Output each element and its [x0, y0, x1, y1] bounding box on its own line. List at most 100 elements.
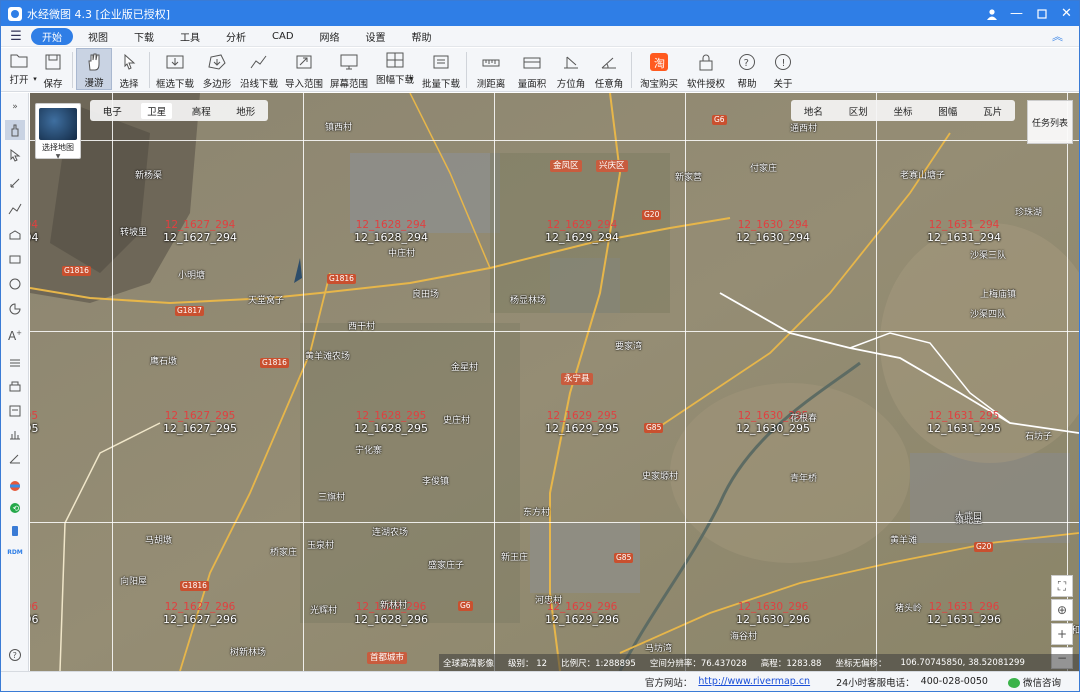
import-range-icon: [293, 51, 315, 73]
ribbon-button-angle[interactable]: 任意角: [590, 48, 628, 90]
phone-icon[interactable]: [5, 521, 25, 541]
ribbon-button-polygon-download[interactable]: 多边形: [197, 48, 237, 90]
polygon-tool-icon[interactable]: [5, 224, 25, 244]
tile-code: 12_1631_296: [927, 613, 1001, 626]
angle-tool-icon[interactable]: [5, 448, 25, 468]
select-tool-icon[interactable]: [5, 145, 25, 165]
tile-label: 12_1629_294 12_1629_294: [522, 219, 642, 244]
website-link[interactable]: http://www.rivermap.cn: [698, 676, 810, 687]
help-circle-icon[interactable]: ?: [5, 645, 25, 665]
task-list-button[interactable]: 任务列表: [1027, 100, 1073, 144]
layer-tool-icon[interactable]: [5, 353, 25, 373]
ribbon-button-sheet-download[interactable]: 图幅下载 ▾: [371, 48, 419, 90]
menu-help[interactable]: 帮助: [401, 28, 443, 45]
ribbon-button-label: 屏幕范围: [329, 79, 368, 90]
menu-settings[interactable]: 设置: [355, 28, 397, 45]
place-label: 上梅庙镇: [980, 290, 1017, 300]
ribbon-separator: [72, 52, 73, 88]
ribbon-button-hand[interactable]: 漫游: [76, 48, 112, 90]
ribbon-button-batch-download[interactable]: 批量下载: [419, 48, 463, 90]
place-label: 新杨渠: [135, 171, 163, 181]
layer-placenames[interactable]: 地名: [804, 104, 823, 118]
highway-shield: G1816: [260, 358, 289, 368]
color-wheel-icon[interactable]: [5, 476, 25, 496]
layer-coordinates[interactable]: 坐标: [893, 104, 912, 118]
collapse-ribbon-icon[interactable]: ︽: [1052, 28, 1063, 44]
ribbon-button-rect-download[interactable]: 框选下载: [153, 48, 197, 90]
ribbon-button-label: 方位角: [556, 79, 586, 90]
text-tool-icon[interactable]: A+: [5, 326, 25, 346]
menu-cad[interactable]: CAD: [261, 28, 305, 45]
rectangle-tool-icon[interactable]: [5, 249, 25, 269]
tile-code: 12_1630_294: [736, 231, 810, 244]
map-type-satellite[interactable]: 卫星: [141, 102, 173, 119]
about-icon: !: [772, 51, 794, 73]
wechat-consult[interactable]: 微信咨询: [1007, 675, 1061, 689]
polyline-tool-icon[interactable]: [5, 199, 25, 219]
screen-range-icon: [338, 51, 360, 73]
fullscreen-icon[interactable]: ⛶: [1051, 575, 1073, 597]
tile-code: 12_1629_296: [545, 613, 619, 626]
circle-tool-icon[interactable]: [5, 274, 25, 294]
user-icon[interactable]: [979, 1, 1004, 26]
minimize-button[interactable]: —: [1004, 1, 1029, 26]
ribbon-button-line-download[interactable]: 沿线下载: [237, 48, 281, 90]
export-tool-icon[interactable]: [5, 401, 25, 421]
place-label: 良田场: [412, 290, 440, 300]
tile-label: 12_1627_296 12_1627_296: [140, 601, 260, 626]
map-type-terrain[interactable]: 地形: [230, 103, 261, 119]
ribbon-button-about[interactable]: ! 关于: [765, 48, 801, 90]
map-canvas[interactable]: 12_1627_294 12_1627_294 12_1628_294 12_1628…: [30, 93, 1079, 671]
maximize-button[interactable]: [1029, 1, 1054, 26]
resolution-readout: 空间分辨率：76.437028: [649, 658, 747, 669]
ribbon-button-cursor[interactable]: 选择: [112, 48, 146, 90]
menu-analysis[interactable]: 分析: [215, 28, 257, 45]
highway-shield: G6: [458, 601, 473, 611]
locate-icon[interactable]: ⊕: [1051, 599, 1073, 621]
tile-label: 12_1628_295 12_1628_295: [331, 410, 451, 435]
sheet-download-icon: [384, 51, 406, 69]
tile-label: 12_1629_295 12_1629_295: [522, 410, 642, 435]
rdm-icon[interactable]: RDM: [5, 542, 25, 562]
help-icon: ?: [736, 51, 758, 73]
ribbon-separator: [631, 52, 632, 88]
menu-start[interactable]: 开始: [31, 27, 73, 45]
ribbon-button-license[interactable]: 软件授权: [683, 48, 729, 90]
place-label: 金星村: [451, 363, 479, 373]
menu-download[interactable]: 下载: [123, 28, 165, 45]
menu-view[interactable]: 视图: [77, 28, 119, 45]
ribbon-button-taobao[interactable]: 淘淘宝购买: [635, 48, 683, 90]
layer-tiles[interactable]: 瓦片: [983, 104, 1002, 118]
zoom-in-button[interactable]: +: [1051, 623, 1073, 645]
ribbon-button-area[interactable]: 量面积: [512, 48, 552, 90]
place-label: 马胡墩: [145, 536, 173, 546]
place-label: 史庄村: [443, 416, 471, 426]
pan-tool-icon[interactable]: [5, 120, 25, 140]
print-tool-icon[interactable]: [5, 377, 25, 397]
ribbon-button-help[interactable]: ? 帮助: [729, 48, 765, 90]
place-label: 树新林场: [230, 648, 267, 658]
ribbon-button-save[interactable]: 保存: [37, 48, 69, 90]
map-selector[interactable]: 选择地图 ▼: [35, 103, 81, 160]
layer-boundaries[interactable]: 区划: [849, 104, 868, 118]
ribbon-button-screen-range[interactable]: 屏幕范围: [327, 48, 371, 90]
expand-panel-icon[interactable]: »: [5, 97, 25, 117]
green-plugin-icon[interactable]: ⟲: [5, 498, 25, 518]
map-type-electronic[interactable]: 电子: [97, 103, 128, 119]
marker-tool-icon[interactable]: [5, 173, 25, 193]
menu-network[interactable]: 网络: [309, 28, 351, 45]
place-label: 中庄村: [388, 249, 416, 259]
ribbon-button-folder[interactable]: 打开 ▾: [1, 48, 37, 90]
layer-sheets[interactable]: 图幅: [938, 104, 957, 118]
place-label: 玉泉村: [307, 541, 335, 551]
sector-tool-icon[interactable]: [5, 299, 25, 319]
ribbon-button-ruler[interactable]: 测距离: [470, 48, 512, 90]
ribbon-button-azimuth[interactable]: 方位角: [552, 48, 590, 90]
grid-line: [30, 331, 1079, 332]
close-button[interactable]: ✕: [1054, 1, 1079, 26]
measure-tool-icon[interactable]: [5, 425, 25, 445]
map-type-elevation[interactable]: 高程: [186, 103, 217, 119]
hamburger-menu-icon[interactable]: ☰: [1, 29, 31, 44]
ribbon-button-import-range[interactable]: 导入范围: [281, 48, 327, 90]
menu-tools[interactable]: 工具: [169, 28, 211, 45]
